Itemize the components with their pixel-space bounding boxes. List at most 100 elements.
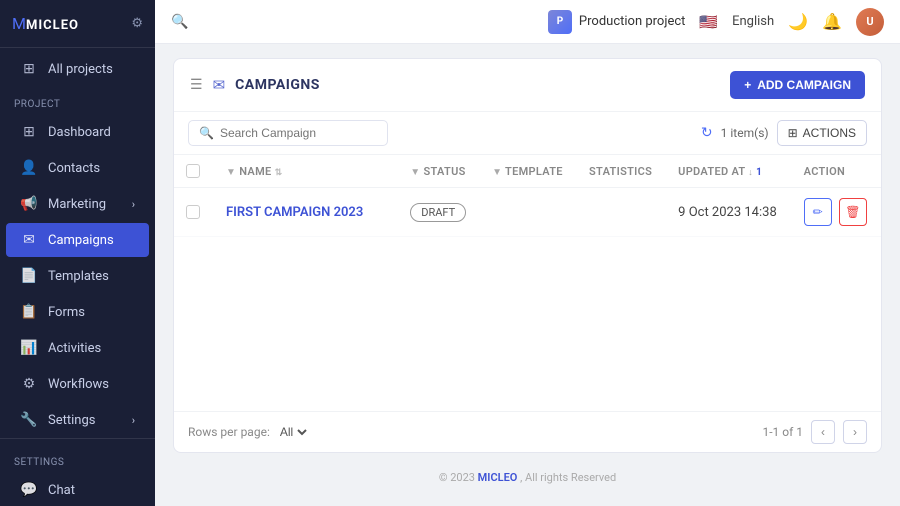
refresh-icon[interactable]: ↻ [701, 125, 713, 141]
dashboard-label: Dashboard [48, 125, 111, 140]
chat-icon: 💬 [20, 482, 38, 498]
select-all-checkbox[interactable] [186, 164, 200, 178]
sidebar-item-dashboard[interactable]: ⊞ Dashboard [6, 115, 149, 149]
grid-actions-icon: ⊞ [788, 126, 798, 140]
row-checkbox[interactable] [186, 205, 200, 219]
flag-icon: 🇺🇸 [699, 13, 718, 31]
row-action-cell: ✏ 🗑 [792, 188, 881, 237]
card-header: ☰ ✉ CAMPAIGNS + ADD CAMPAIGN [174, 59, 881, 112]
contacts-icon: 👤 [20, 160, 38, 176]
table-header-row: ▼ NAME ⇅ ▼ STATUS ▼ TEMPLATE [174, 155, 881, 188]
sort-name-icon: ⇅ [275, 168, 283, 178]
sidebar-logo: MMICLEO ⚙ [0, 0, 155, 48]
th-statistics: STATISTICS [577, 155, 666, 188]
footer-rights: , All rights Reserved [520, 471, 616, 484]
moon-icon[interactable]: 🌙 [788, 12, 808, 31]
logo-icon: M [12, 14, 26, 33]
add-campaign-label: ADD CAMPAIGN [757, 78, 851, 92]
next-page-button[interactable]: › [843, 420, 867, 444]
search-input[interactable] [220, 126, 377, 140]
sidebar-item-contacts[interactable]: 👤 Contacts [6, 151, 149, 185]
sidebar-item-activities[interactable]: 📊 Activities [6, 331, 149, 365]
actions-label: ACTIONS [803, 126, 856, 140]
edit-button[interactable]: ✏ [804, 198, 832, 226]
sort-updated-icon: ↓ [748, 168, 753, 178]
sort-badge: 1 [756, 167, 762, 178]
activities-label: Activities [48, 341, 101, 356]
topbar-right: P Production project 🇺🇸 English 🌙 🔔 U [548, 8, 884, 36]
sidebar-item-workflows[interactable]: ⚙ Workflows [6, 367, 149, 401]
card-toolbar: 🔍 ↻ 1 item(s) ⊞ ACTIONS [174, 112, 881, 155]
footer-copyright: © 2023 [439, 471, 475, 484]
campaigns-table-body: FIRST CAMPAIGN 2023 DRAFT 9 Oct 2023 14:… [174, 188, 881, 237]
marketing-icon: 📢 [20, 196, 38, 212]
page-footer: © 2023 MICLEO , All rights Reserved [173, 463, 882, 492]
topbar: 🔍 P Production project 🇺🇸 English 🌙 🔔 U [155, 0, 900, 44]
activities-icon: 📊 [20, 340, 38, 356]
th-updated-at[interactable]: UPDATED AT ↓ 1 [666, 155, 791, 188]
chevron-down-icon: › [132, 198, 135, 211]
sidebar-item-all-projects[interactable]: ⊞ All projects [6, 52, 149, 86]
sidebar-item-chat[interactable]: 💬 Chat [6, 473, 149, 506]
language-label: English [732, 14, 774, 29]
workflows-icon: ⚙ [20, 376, 38, 392]
project-section-label: Project [0, 87, 155, 114]
settings-section-label: Settings [0, 445, 155, 472]
th-name[interactable]: ▼ NAME ⇅ [214, 155, 398, 188]
forms-icon: 📋 [20, 304, 38, 320]
sidebar-item-campaigns[interactable]: ✉ Campaigns [6, 223, 149, 257]
items-count: 1 item(s) [721, 126, 769, 140]
all-projects-label: All projects [48, 62, 113, 77]
campaigns-table: ▼ NAME ⇅ ▼ STATUS ▼ TEMPLATE [174, 155, 881, 237]
rows-per-page: Rows per page: All 10 25 50 [188, 424, 310, 440]
project-thumbnail: P [548, 10, 572, 34]
settings-icon[interactable]: ⚙ [131, 16, 143, 31]
row-updated-cell: 9 Oct 2023 14:38 [666, 188, 791, 237]
project-name: Production project [579, 14, 685, 29]
campaigns-table-wrapper: ▼ NAME ⇅ ▼ STATUS ▼ TEMPLATE [174, 155, 881, 411]
sidebar-item-settings[interactable]: 🔧 Settings › [6, 403, 149, 437]
campaigns-card: ☰ ✉ CAMPAIGNS + ADD CAMPAIGN 🔍 ↻ 1 item(… [173, 58, 882, 453]
bell-icon[interactable]: 🔔 [822, 12, 842, 31]
row-statistics-cell [577, 188, 666, 237]
actions-button[interactable]: ⊞ ACTIONS [777, 120, 867, 146]
plus-icon: + [744, 78, 751, 92]
page-title: CAMPAIGNS [235, 77, 320, 93]
grid-icon: ⊞ [20, 61, 38, 77]
dashboard-icon: ⊞ [20, 124, 38, 140]
sidebar-item-templates[interactable]: 📄 Templates [6, 259, 149, 293]
add-campaign-button[interactable]: + ADD CAMPAIGN [730, 71, 865, 99]
user-avatar[interactable]: U [856, 8, 884, 36]
menu-icon[interactable]: ☰ [190, 77, 203, 93]
filter-name-icon: ▼ [226, 167, 236, 178]
row-name-cell: FIRST CAMPAIGN 2023 [214, 188, 398, 237]
workflows-label: Workflows [48, 377, 109, 392]
rows-per-page-select[interactable]: All 10 25 50 [276, 424, 310, 440]
main-content: 🔍 P Production project 🇺🇸 English 🌙 🔔 U … [155, 0, 900, 506]
th-status[interactable]: ▼ STATUS [398, 155, 480, 188]
logo-text: MICLEO [26, 18, 79, 33]
row-status-cell: DRAFT [398, 188, 480, 237]
card-title-area: ☰ ✉ CAMPAIGNS [190, 76, 320, 94]
rows-per-page-label: Rows per page: [188, 425, 270, 439]
sidebar-item-forms[interactable]: 📋 Forms [6, 295, 149, 329]
th-action: ACTION [792, 155, 881, 188]
th-template[interactable]: ▼ TEMPLATE [480, 155, 577, 188]
prev-page-button[interactable]: ‹ [811, 420, 835, 444]
delete-button[interactable]: 🗑 [839, 198, 867, 226]
sidebar-item-marketing[interactable]: 📢 Marketing › [6, 187, 149, 221]
search-box[interactable]: 🔍 [188, 120, 388, 146]
pagination: 1-1 of 1 ‹ › [762, 420, 867, 444]
forms-label: Forms [48, 305, 85, 320]
campaigns-title-icon: ✉ [213, 76, 226, 94]
templates-label: Templates [48, 269, 109, 284]
campaign-name-link[interactable]: FIRST CAMPAIGN 2023 [226, 205, 363, 220]
project-selector[interactable]: P Production project [548, 10, 685, 34]
sidebar-bottom: Settings 💬 Chat 🏢 Organizations [0, 438, 155, 506]
page-content: ☰ ✉ CAMPAIGNS + ADD CAMPAIGN 🔍 ↻ 1 item(… [155, 44, 900, 506]
pagination-info: 1-1 of 1 [762, 425, 803, 439]
logo: MMICLEO [12, 14, 79, 33]
chat-label: Chat [48, 483, 75, 498]
table-row: FIRST CAMPAIGN 2023 DRAFT 9 Oct 2023 14:… [174, 188, 881, 237]
search-box-icon: 🔍 [199, 126, 214, 140]
